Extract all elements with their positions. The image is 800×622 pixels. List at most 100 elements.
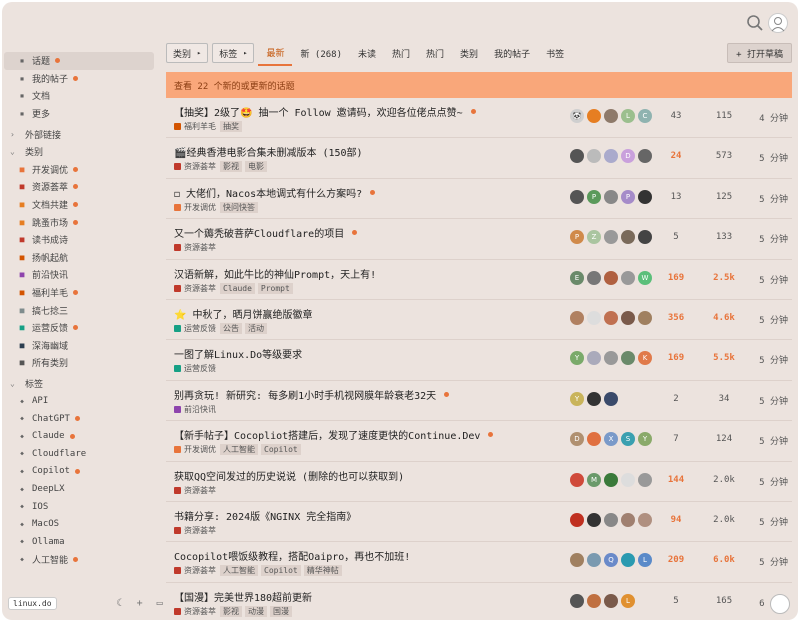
topic-title-text[interactable]: ◻ 大佬们，Nacos本地调式有什么方案吗? bbox=[174, 185, 362, 200]
topic-row[interactable]: 【国漫】完美世界180超前更新资源荟萃影视动漫国漫L51656 分钟 bbox=[166, 583, 792, 620]
sidebar-category[interactable]: ■ 前沿快讯 bbox=[4, 266, 154, 284]
topic-row[interactable]: 【新手帖子】Cocopliot搭建后，发现了速度更快的Continue.Dev 开… bbox=[166, 421, 792, 462]
topic-title-text[interactable]: ⭐ 中秋了，晒月饼赢绝版徽章 bbox=[174, 306, 312, 321]
topic-title[interactable]: 书籍分享: 2024版《NGINX 完全指南》 bbox=[174, 508, 356, 523]
topic-title-text[interactable]: 又一个薅秃破菩萨Cloudflare的项目 bbox=[174, 225, 344, 240]
last-activity[interactable]: 5 分钟 bbox=[752, 434, 788, 447]
sidebar-tag[interactable]: ◆ DeepLX bbox=[4, 480, 154, 498]
poster-avatar[interactable]: L bbox=[621, 109, 635, 123]
topic-tag[interactable]: 抽奖 bbox=[220, 121, 242, 132]
nav-tab[interactable]: 我的帖子 bbox=[486, 40, 538, 66]
poster-avatar[interactable] bbox=[638, 189, 652, 204]
topic-category[interactable]: 资源荟萃 bbox=[174, 242, 216, 253]
last-activity[interactable]: 5 分钟 bbox=[752, 232, 788, 245]
poster-avatar[interactable]: X bbox=[604, 432, 618, 447]
topic-title-text[interactable]: Cocopilot喂饭级教程，搭配Oaipro，再也不加班! bbox=[174, 548, 410, 563]
poster-avatar[interactable] bbox=[604, 270, 618, 285]
sidebar-tag[interactable]: ◆ ChatGPT bbox=[4, 410, 154, 428]
nav-tab[interactable]: 热门 bbox=[384, 40, 418, 66]
topic-title[interactable]: 【新手帖子】Cocopliot搭建后，发现了速度更快的Continue.Dev bbox=[174, 427, 494, 442]
topic-tag[interactable]: 影视 bbox=[220, 161, 242, 173]
floating-avatar[interactable] bbox=[770, 594, 790, 614]
poster-avatar[interactable] bbox=[621, 310, 635, 325]
poster-avatar[interactable] bbox=[604, 512, 618, 527]
topic-title[interactable]: ⭐ 中秋了，晒月饼赢绝版徽章 bbox=[174, 306, 312, 321]
topic-title[interactable]: 获取QQ空间发过的历史说说 (删除的也可以获取到) bbox=[174, 468, 404, 483]
poster-avatar[interactable] bbox=[570, 189, 584, 204]
topic-tag[interactable]: 快问快答 bbox=[220, 201, 258, 213]
topic-title-text[interactable]: 获取QQ空间发过的历史说说 (删除的也可以获取到) bbox=[174, 468, 404, 483]
sidebar-category[interactable]: ■ 资源荟萃 bbox=[4, 178, 154, 196]
topic-title[interactable]: ◻ 大佬们，Nacos本地调式有什么方案吗? bbox=[174, 185, 376, 200]
poster-avatar[interactable]: Y bbox=[570, 351, 584, 366]
topic-title-text[interactable]: 书籍分享: 2024版《NGINX 完全指南》 bbox=[174, 508, 356, 523]
sidebar-tag[interactable]: ◆ IOS bbox=[4, 498, 154, 516]
poster-avatar[interactable] bbox=[604, 310, 618, 325]
poster-avatar[interactable] bbox=[570, 512, 584, 527]
poster-avatar[interactable] bbox=[587, 149, 601, 164]
poster-avatar[interactable]: E bbox=[570, 270, 584, 285]
last-activity[interactable]: 5 分钟 bbox=[752, 394, 788, 407]
poster-avatar[interactable] bbox=[604, 189, 618, 204]
poster-avatar[interactable] bbox=[570, 310, 584, 325]
topic-category[interactable]: 前沿快讯 bbox=[174, 404, 216, 415]
nav-tab[interactable]: 未读 bbox=[350, 40, 384, 66]
sidebar-section-links[interactable]: › 外部链接 bbox=[4, 125, 154, 143]
last-activity[interactable]: 5 分钟 bbox=[752, 151, 788, 164]
topic-title[interactable]: Cocopilot喂饭级教程，搭配Oaipro，再也不加班! bbox=[174, 548, 410, 563]
poster-avatar[interactable]: D bbox=[570, 432, 584, 447]
sidebar-tag[interactable]: ◆ Ollama bbox=[4, 533, 154, 551]
poster-avatar[interactable] bbox=[604, 391, 618, 406]
poster-avatar[interactable] bbox=[621, 472, 635, 487]
sidebar-category[interactable]: ■ 福利羊毛 bbox=[4, 284, 154, 302]
poster-avatar[interactable] bbox=[621, 553, 635, 568]
topic-row[interactable]: 别再贪玩! 新研究: 每多刷1小时手机视网膜年龄衰老32天 前沿快讯 Y 2 34 5 分… bbox=[166, 381, 792, 422]
topic-tag[interactable]: 动漫 bbox=[245, 605, 267, 617]
poster-avatar[interactable] bbox=[570, 472, 584, 487]
poster-avatar[interactable] bbox=[638, 149, 652, 164]
last-activity[interactable]: 4 分钟 bbox=[752, 111, 788, 124]
sidebar-item[interactable]: ▪ 更多 bbox=[4, 105, 154, 123]
poster-avatar[interactable] bbox=[604, 593, 618, 608]
topic-tag[interactable]: 人工智能 bbox=[220, 565, 258, 577]
nav-tab[interactable]: 类别 bbox=[452, 40, 486, 66]
poster-avatar[interactable]: Y bbox=[638, 432, 652, 447]
topic-row[interactable]: 书籍分享: 2024版《NGINX 完全指南》 资源荟萃 94 2.0k 5 分钟 bbox=[166, 502, 792, 543]
last-activity[interactable]: 5 分钟 bbox=[752, 555, 788, 568]
last-activity[interactable]: 5 分钟 bbox=[752, 313, 788, 326]
poster-avatar[interactable]: K bbox=[638, 351, 652, 366]
topic-tag[interactable]: Prompt bbox=[257, 282, 293, 294]
poster-avatar[interactable] bbox=[587, 512, 601, 527]
topic-tag[interactable]: 活动 bbox=[245, 322, 267, 334]
sidebar-category[interactable]: ■ 所有类别 bbox=[4, 354, 154, 372]
topic-tag[interactable]: 电影 bbox=[245, 161, 267, 173]
last-activity[interactable]: 5 分钟 bbox=[752, 475, 788, 488]
topic-category[interactable]: 资源荟萃 bbox=[174, 525, 216, 536]
poster-avatar[interactable] bbox=[587, 391, 601, 406]
topic-category[interactable]: 资源荟萃 bbox=[174, 283, 216, 294]
poster-avatar[interactable] bbox=[587, 553, 601, 568]
topic-tag[interactable]: 公告 bbox=[220, 322, 242, 334]
nav-tab[interactable]: 书签 bbox=[538, 40, 572, 66]
plus-icon[interactable]: + bbox=[137, 598, 143, 609]
topic-title[interactable]: 🎬经典香港电影合集未删减版本 (150部) bbox=[174, 144, 363, 159]
topic-category[interactable]: 运营反馈 bbox=[174, 363, 216, 374]
poster-avatar[interactable]: P bbox=[570, 230, 584, 245]
poster-avatar[interactable] bbox=[604, 351, 618, 366]
poster-avatar[interactable] bbox=[638, 512, 652, 527]
poster-avatar[interactable]: Z bbox=[587, 230, 601, 245]
poster-avatar[interactable]: 🐼 bbox=[570, 109, 584, 123]
poster-avatar[interactable] bbox=[604, 149, 618, 164]
poster-avatar[interactable]: L bbox=[638, 553, 652, 568]
sidebar-item[interactable]: ▪ 话题 bbox=[4, 52, 154, 70]
sidebar-category[interactable]: ■ 文档共建 bbox=[4, 196, 154, 214]
poster-avatar[interactable] bbox=[570, 553, 584, 568]
topic-tag[interactable]: Claude bbox=[220, 282, 255, 294]
poster-avatar[interactable]: S bbox=[621, 432, 635, 447]
poster-avatar[interactable] bbox=[621, 270, 635, 285]
topic-title-text[interactable]: 别再贪玩! 新研究: 每多刷1小时手机视网膜年龄衰老32天 bbox=[174, 387, 436, 402]
poster-avatar[interactable]: P bbox=[587, 189, 601, 204]
topic-tag[interactable]: 人工智能 bbox=[220, 444, 258, 456]
topic-row[interactable]: 【抽奖】2级了🤩 抽一个 Follow 邀请码，欢迎各位佬点点赞~ 福利羊毛 抽奖 🐼… bbox=[166, 98, 792, 139]
sidebar-category[interactable]: ■ 运营反馈 bbox=[4, 319, 154, 337]
